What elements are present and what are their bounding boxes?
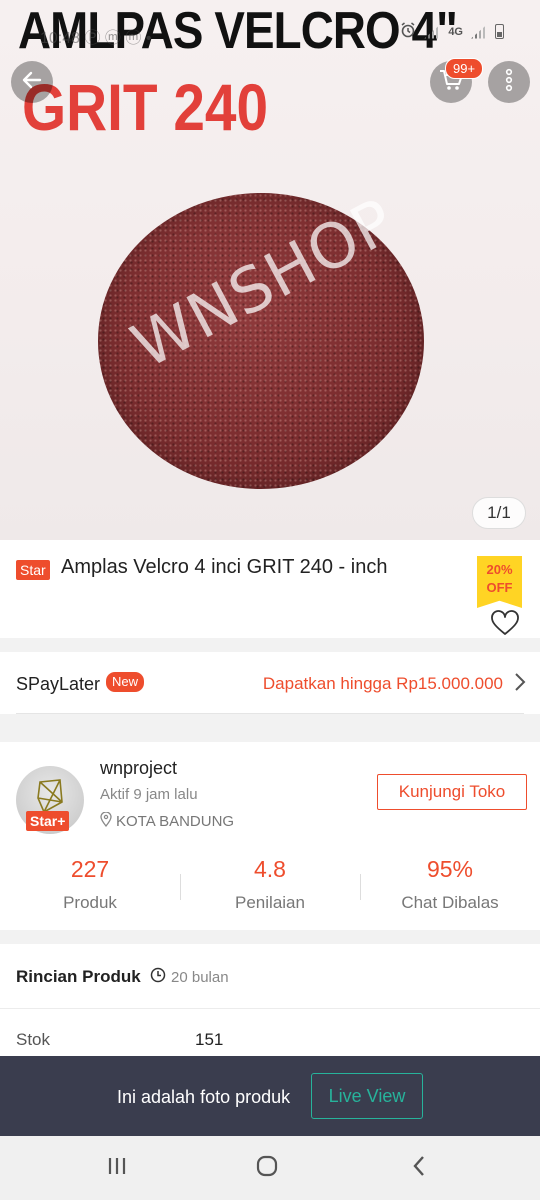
details-title: Rincian Produk: [16, 967, 141, 986]
discount-badge: 20% OFF: [477, 556, 522, 608]
system-nav-bar: [0, 1136, 540, 1200]
status-bar: 10:48 Ⓟ ⓜ ⓜ • 4G: [0, 0, 540, 62]
back-arrow-icon: [20, 68, 44, 97]
battery-icon: [495, 24, 504, 39]
stat-products[interactable]: 227 Produk: [0, 856, 180, 913]
shop-active-status: Aktif 9 jam lalu: [100, 786, 198, 803]
stat-label: Chat Dibalas: [401, 893, 499, 912]
shop-name[interactable]: wnproject: [100, 758, 177, 779]
discount-off: OFF: [486, 580, 513, 595]
spaylater-label: SPayLater: [16, 674, 101, 694]
new-badge: New: [106, 672, 145, 692]
recent-apps-button[interactable]: [102, 1154, 132, 1182]
alarm-icon: [400, 22, 416, 41]
stock-value: 151: [195, 1030, 224, 1049]
status-icons: 4G: [400, 22, 504, 41]
visit-shop-button[interactable]: Kunjungi Toko: [377, 774, 527, 810]
image-subline: GRIT 240: [22, 70, 269, 144]
signal-icon-2: [471, 24, 487, 39]
stat-label: Produk: [63, 893, 117, 912]
spaylater-row[interactable]: SPayLater New Dapatkan hingga Rp15.000.0…: [0, 652, 540, 714]
clock-icon: [150, 967, 166, 987]
stat-label: Penilaian: [235, 893, 305, 912]
home-button[interactable]: [252, 1154, 282, 1182]
heart-icon[interactable]: [490, 610, 520, 636]
product-age-text: 20 bulan: [171, 968, 229, 986]
recent-apps-icon: [106, 1156, 128, 1181]
divider: [16, 713, 524, 714]
spaylater-promo: Dapatkan hingga Rp15.000.000: [262, 674, 503, 693]
discount-percent: 20%: [486, 562, 513, 577]
shop-section: Star+ wnproject Aktif 9 jam lalu KOTA BA…: [0, 742, 540, 930]
banner-text: Ini adalah foto produk: [117, 1087, 291, 1107]
product-age: 20 bulan: [150, 967, 229, 987]
stock-label: Stok: [16, 1030, 51, 1049]
chevron-right-icon: [514, 671, 526, 699]
star-plus-badge: Star+: [26, 811, 70, 831]
product-details-section: Rincian Produk 20 bulan Stok 151: [0, 944, 540, 1064]
stat-value: 4.8: [254, 856, 286, 882]
product-name: Amplas Velcro 4 inci GRIT 240 - inch: [61, 556, 388, 578]
live-view-banner: Ini adalah foto produk Live View: [0, 1056, 540, 1136]
shop-location-text: KOTA BANDUNG: [116, 813, 235, 830]
star-badge: Star: [16, 560, 50, 580]
stat-rating[interactable]: 4.8 Penilaian: [180, 856, 360, 913]
status-time: 10:48 Ⓟ ⓜ ⓜ •: [40, 30, 152, 47]
image-counter: 1/1: [472, 497, 526, 529]
product-title-section: Star Amplas Velcro 4 inci GRIT 240 - inc…: [0, 540, 540, 638]
back-button[interactable]: [11, 61, 53, 103]
more-options-button[interactable]: [488, 61, 530, 103]
stat-value: 95%: [426, 856, 474, 882]
stat-value: 227: [70, 856, 110, 882]
cart-count-badge: 99+: [445, 58, 484, 79]
location-pin-icon: [100, 811, 112, 831]
shop-location: KOTA BANDUNG: [100, 811, 235, 831]
home-icon: [255, 1154, 279, 1183]
chevron-left-icon: [412, 1155, 426, 1182]
stat-chat-reply[interactable]: 95% Chat Dibalas: [360, 856, 540, 913]
divider: [0, 1008, 540, 1009]
live-view-button[interactable]: Live View: [311, 1073, 423, 1119]
signal-icon: [424, 24, 441, 39]
more-vertical-icon: [505, 68, 513, 97]
system-back-button[interactable]: [404, 1154, 434, 1182]
network-type: 4G: [448, 25, 463, 38]
